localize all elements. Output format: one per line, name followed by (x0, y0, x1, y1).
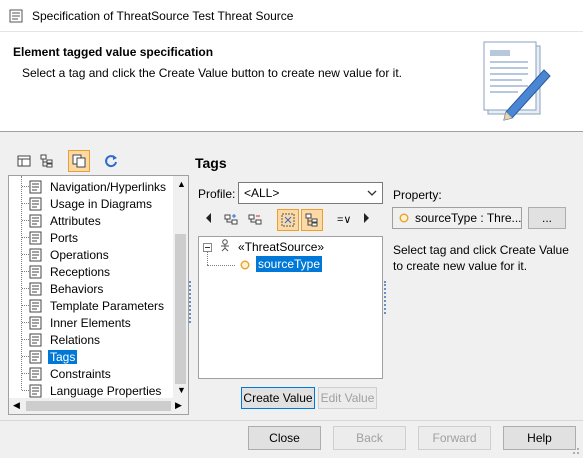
tree-item[interactable]: Attributes (29, 212, 103, 229)
property-label: Property: (393, 188, 442, 202)
expand-right-icon[interactable] (362, 212, 370, 227)
tree-view-icon[interactable] (36, 150, 58, 172)
scroll-right-icon[interactable]: ▶ (175, 400, 182, 411)
profile-label: Profile: (198, 187, 236, 201)
property-help-text: Select tag and click Create Value to cre… (393, 243, 569, 273)
tree-item-label: Inner Elements (50, 315, 131, 330)
tree-item-label: Behaviors (50, 281, 104, 296)
dialog-header: Element tagged value specification Selec… (0, 32, 583, 132)
tree-item[interactable]: Usage in Diagrams (29, 195, 154, 212)
tree-item[interactable]: Ports (29, 229, 80, 246)
scroll-thumb-horizontal[interactable] (26, 401, 171, 411)
tree-item-label: Attributes (50, 213, 101, 228)
section-title: Tags (195, 155, 227, 171)
scroll-thumb[interactable] (175, 234, 186, 384)
document-icon (29, 197, 42, 210)
footer-divider (0, 420, 583, 421)
scroll-left-icon[interactable]: ◀ (13, 400, 20, 411)
stereotype-node[interactable]: «ThreatSource» (238, 240, 324, 254)
document-icon (29, 367, 42, 380)
profile-value: <ALL> (244, 186, 280, 200)
tree-item[interactable]: Navigation/Hyperlinks (29, 178, 168, 195)
document-icon (29, 316, 42, 329)
tree-item-label: Ports (50, 230, 79, 245)
tree-item[interactable]: Template Parameters (29, 297, 166, 314)
tag-property-icon (399, 213, 409, 223)
create-value-button[interactable]: Create Value (241, 387, 315, 409)
document-icon (29, 214, 42, 227)
document-icon (29, 299, 42, 312)
group-by-profile-icon[interactable] (301, 209, 323, 231)
tree-item[interactable]: Relations (29, 331, 102, 348)
header-title: Element tagged value specification (13, 45, 214, 59)
tree-item-label: Tags (48, 349, 78, 364)
table-view-icon[interactable] (13, 150, 35, 172)
edit-value-button[interactable]: Edit Value (318, 387, 377, 409)
tree-item[interactable]: Tags (29, 348, 78, 365)
refresh-icon[interactable] (100, 150, 122, 172)
tree-item-label: Template Parameters (50, 298, 165, 313)
document-icon (29, 282, 42, 295)
help-button[interactable]: Help (503, 426, 576, 450)
tree-item-label: Receptions (50, 264, 111, 279)
document-pencil-icon (483, 41, 551, 121)
profile-select[interactable]: <ALL> (238, 182, 383, 204)
tree-item[interactable]: Inner Elements (29, 314, 133, 331)
resize-grip[interactable] (568, 443, 580, 455)
document-icon (29, 180, 42, 193)
tree-horizontal-scrollbar[interactable]: ◀ ▶ (9, 398, 188, 414)
browse-property-button[interactable]: ... (528, 207, 566, 229)
tree-item[interactable]: Receptions (29, 263, 112, 280)
property-field: sourceType : Thre... (392, 207, 522, 229)
tree-item-label: Operations (50, 247, 109, 262)
tree-item[interactable]: Constraints (29, 365, 113, 382)
property-value: sourceType : Thre... (415, 211, 522, 225)
header-description: Select a tag and click the Create Value … (22, 66, 402, 80)
document-icon (29, 248, 42, 261)
tree-item-label: Language Properties (50, 383, 162, 398)
forward-button[interactable]: Forward (418, 426, 491, 450)
tag-tree[interactable]: «ThreatSource» sourceType (198, 236, 383, 379)
show-all-tags-icon[interactable] (277, 209, 299, 231)
tree-vertical-scrollbar[interactable]: ▲ ▼ (173, 176, 188, 398)
scroll-down-icon[interactable]: ▼ (177, 385, 186, 395)
title-bar: Specification of ThreatSource Test Threa… (0, 0, 583, 32)
tag-node-selected[interactable]: sourceType (256, 256, 323, 272)
expand-all-icon[interactable] (221, 209, 243, 231)
app-icon (9, 9, 23, 23)
tree-item-label: Navigation/Hyperlinks (50, 179, 167, 194)
document-icon (29, 384, 42, 397)
chevron-down-icon (367, 187, 377, 201)
collapse-left-icon[interactable] (205, 212, 213, 227)
left-splitter[interactable] (189, 281, 191, 323)
collapse-all-icon[interactable] (245, 209, 267, 231)
window-title: Specification of ThreatSource Test Threa… (32, 9, 294, 23)
actor-icon (219, 239, 231, 255)
filter-expression-button[interactable]: =∨ (337, 213, 351, 226)
document-icon (29, 265, 42, 278)
tree-item[interactable]: Language Properties (29, 382, 163, 399)
right-splitter[interactable] (384, 281, 386, 314)
tree-item-label: Usage in Diagrams (50, 196, 153, 211)
copy-icon[interactable] (68, 150, 90, 172)
close-button[interactable]: Close (248, 426, 321, 450)
category-tree[interactable]: Navigation/Hyperlinks Usage in Diagrams At… (8, 175, 189, 415)
document-icon (29, 231, 42, 244)
tree-item-label: Relations (50, 332, 101, 347)
tag-property-icon (240, 259, 250, 273)
document-icon (29, 350, 42, 363)
tree-item[interactable]: Behaviors (29, 280, 105, 297)
tree-item-label: Constraints (50, 366, 111, 381)
tree-item[interactable]: Operations (29, 246, 111, 263)
scroll-up-icon[interactable]: ▲ (177, 179, 186, 189)
document-icon (29, 333, 42, 346)
back-button[interactable]: Back (333, 426, 406, 450)
